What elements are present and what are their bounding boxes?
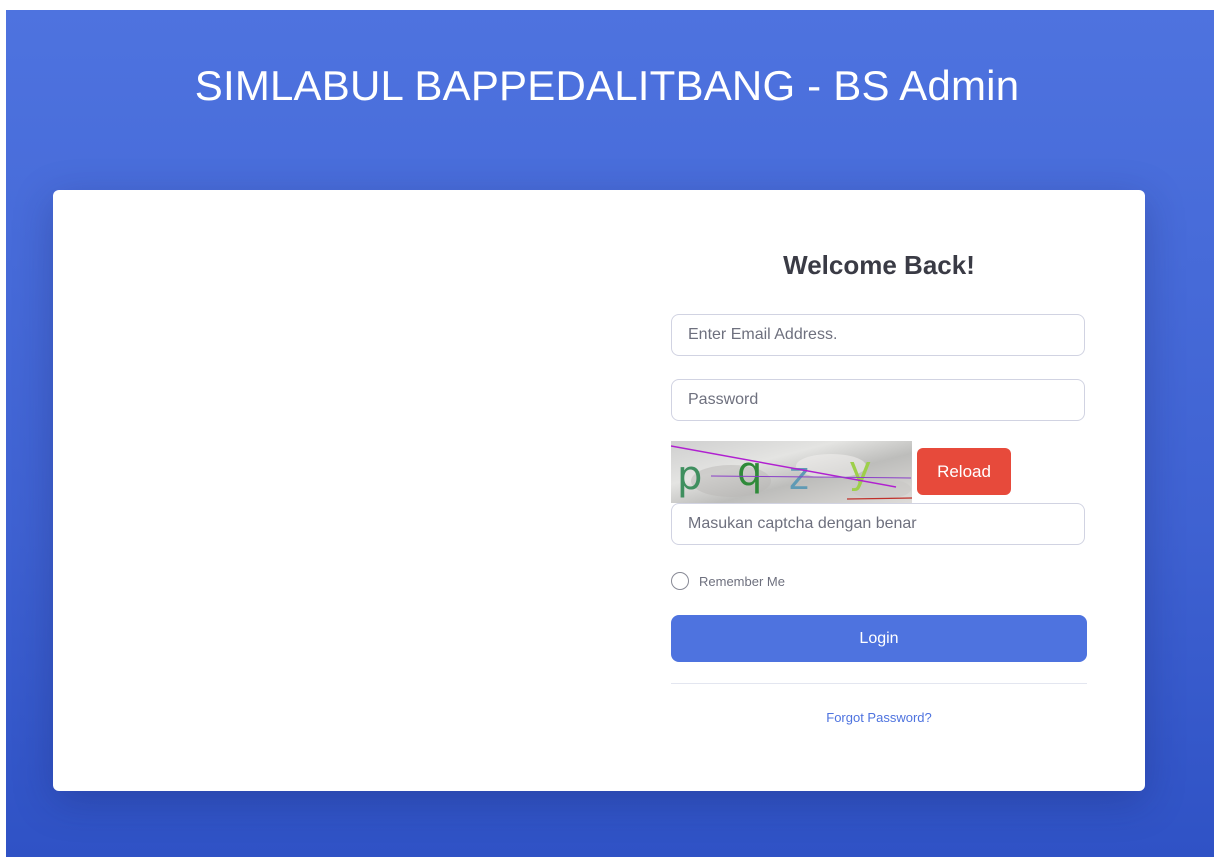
captcha-reload-button[interactable]: Reload [917,448,1011,495]
welcome-heading: Welcome Back! [783,250,975,280]
login-button[interactable]: Login [671,615,1087,662]
captcha-image: p q z y [671,441,912,503]
remember-me-label[interactable]: Remember Me [699,574,785,589]
captcha-letter-4: y [849,448,872,492]
app-title: SIMLABUL BAPPEDALITBANG - BS Admin [194,62,1020,109]
divider [671,683,1087,684]
forgot-password-link[interactable]: Forgot Password? [671,710,1087,725]
captcha-letter-2: q [737,449,762,495]
email-input[interactable] [671,314,1085,356]
login-card: Welcome Back! p q z [53,190,1145,791]
password-input[interactable] [671,379,1085,421]
captcha-input[interactable] [671,503,1085,545]
captcha-letter-3: z [789,454,809,498]
remember-me-row: Remember Me [671,570,785,592]
captcha-letter-1: p [677,453,702,499]
remember-me-checkbox[interactable] [671,572,689,590]
